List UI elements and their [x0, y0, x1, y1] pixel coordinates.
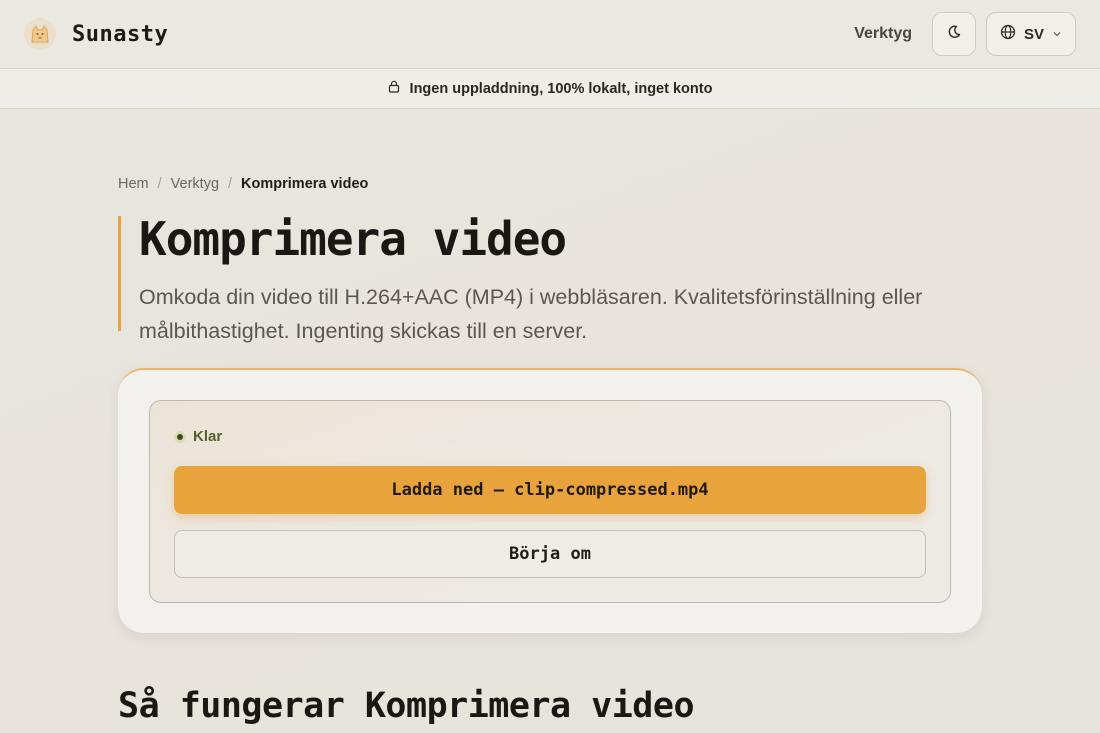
language-select[interactable]: SV — [986, 12, 1076, 56]
breadcrumb-separator: / — [228, 176, 233, 192]
brand-name: Sunasty — [72, 21, 169, 47]
breadcrumb-home[interactable]: Hem — [118, 176, 149, 192]
download-button[interactable]: Ladda ned — clip-compressed.mp4 — [174, 466, 926, 514]
hero-section: Komprimera video Omkoda din video till H… — [118, 212, 968, 343]
chevron-down-icon — [1052, 26, 1062, 43]
tool-card: Klar Ladda ned — clip-compressed.mp4 Bör… — [118, 368, 982, 633]
globe-icon — [1000, 24, 1016, 44]
breadcrumb-current: Komprimera video — [241, 176, 369, 192]
theme-toggle-button[interactable] — [932, 12, 976, 56]
status-indicator: Klar — [174, 428, 222, 445]
banner-text: Ingen uppladdning, 100% lokalt, inget ko… — [409, 80, 713, 97]
lock-icon — [388, 80, 400, 97]
header-actions: Verktyg SV — [854, 12, 1076, 56]
how-it-works-heading: Så fungerar Komprimera video — [118, 686, 695, 726]
page-subtitle: Omkoda din video till H.264+AAC (MP4) i … — [139, 285, 923, 343]
language-label: SV — [1023, 25, 1044, 43]
page-title: Komprimera video — [139, 212, 567, 266]
breadcrumb-tools[interactable]: Verktyg — [171, 176, 219, 192]
moon-icon — [947, 25, 961, 44]
breadcrumb: Hem / Verktyg / Komprimera video — [118, 176, 368, 192]
cat-logo-icon — [24, 18, 56, 50]
status-label: Klar — [193, 428, 223, 445]
nav-link-tools[interactable]: Verktyg — [854, 25, 912, 43]
result-panel: Klar Ladda ned — clip-compressed.mp4 Bör… — [149, 400, 951, 603]
breadcrumb-separator: / — [157, 176, 162, 192]
restart-button[interactable]: Börja om — [174, 530, 926, 578]
privacy-banner: Ingen uppladdning, 100% lokalt, inget ko… — [0, 68, 1100, 109]
brand-link[interactable]: Sunasty — [24, 18, 168, 50]
top-navigation-bar: Sunasty Verktyg SV — [0, 0, 1100, 68]
status-dot-icon — [174, 430, 186, 443]
